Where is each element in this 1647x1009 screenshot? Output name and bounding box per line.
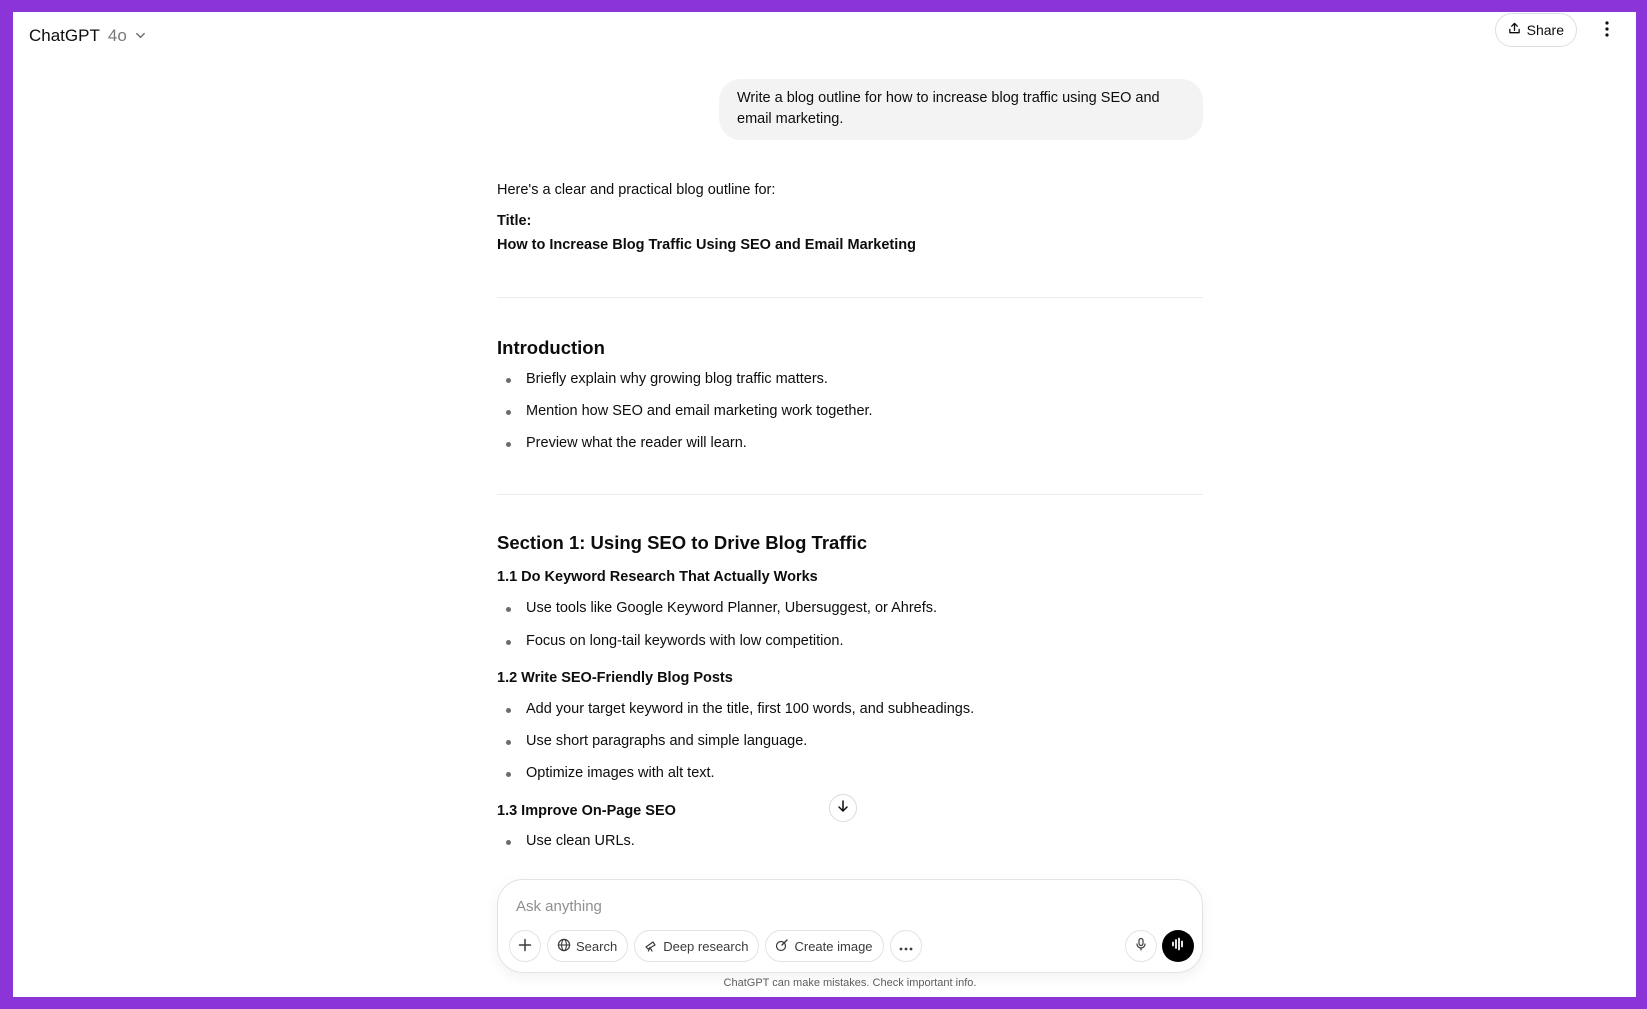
message-composer: Search Deep research Create image [497,879,1203,973]
deep-research-label: Deep research [663,938,749,954]
share-label: Share [1526,22,1564,38]
divider [497,297,1203,298]
subsection-heading: 1.3 Improve On-Page SEO [497,803,676,819]
telescope-icon [644,938,658,955]
section1-heading: Section 1: Using SEO to Drive Blog Traff… [497,532,868,553]
scroll-to-bottom-button[interactable] [829,794,857,822]
attach-button[interactable] [509,930,541,962]
soundwave-icon [1170,937,1186,956]
voice-mode-button[interactable] [1162,930,1194,962]
list-item: Preview what the reader will learn. [497,435,747,451]
search-tool-button[interactable]: Search [547,930,629,962]
introduction-heading: Introduction [497,337,605,358]
share-button[interactable]: Share [1494,13,1577,47]
list-item: Mention how SEO and email marketing work… [497,403,873,419]
divider [497,494,1203,495]
create-image-label: Create image [794,938,873,954]
list-item: Use tools like Google Keyword Planner, U… [497,600,937,616]
prompt-input[interactable] [516,894,1116,918]
composer-toolbar: Search Deep research Create image [509,930,922,962]
dictate-button[interactable] [1125,930,1157,962]
plus-icon [518,938,532,955]
create-image-button[interactable]: Create image [765,930,884,962]
share-icon [1508,22,1521,38]
list-item: Focus on long-tail keywords with low com… [497,633,844,649]
list-item: Use clean URLs. [497,833,635,849]
user-message-text: Write a blog outline for how to increase… [737,90,1160,127]
outline-title: How to Increase Blog Traffic Using SEO a… [497,237,916,253]
subsection-heading: 1.1 Do Keyword Research That Actually Wo… [497,569,818,585]
app-window: ChatGPT 4o Share Write a blog outline fo… [13,12,1636,997]
disclaimer-text: ChatGPT can make mistakes. Check importa… [723,977,977,989]
image-brush-icon [775,938,789,955]
conversation-thread: Write a blog outline for how to increase… [497,12,1203,880]
model-name: 4o [107,26,127,45]
more-options-button[interactable] [1592,16,1622,46]
assistant-intro: Here's a clear and practical blog outlin… [497,182,776,198]
deep-research-button[interactable]: Deep research [634,930,760,962]
list-item: Briefly explain why growing blog traffic… [497,371,828,387]
globe-icon [557,938,571,955]
user-message-bubble: Write a blog outline for how to increase… [719,79,1203,140]
model-switcher[interactable]: ChatGPT 4o [21,18,154,54]
chevron-down-icon [131,26,146,46]
list-item: Optimize images with alt text. [497,765,715,781]
app-title: ChatGPT [29,26,100,45]
arrow-down-icon [836,799,850,818]
more-tools-button[interactable] [889,930,922,962]
list-item: Use short paragraphs and simple language… [497,733,807,749]
microphone-icon [1134,937,1148,956]
list-item: Add your target keyword in the title, fi… [497,701,974,717]
horizontal-dots-icon [899,939,913,954]
vertical-dots-icon [1605,20,1609,42]
search-tool-label: Search [576,938,618,954]
outline-title-label: Title: [497,213,532,229]
subsection-heading: 1.2 Write SEO-Friendly Blog Posts [497,670,733,686]
